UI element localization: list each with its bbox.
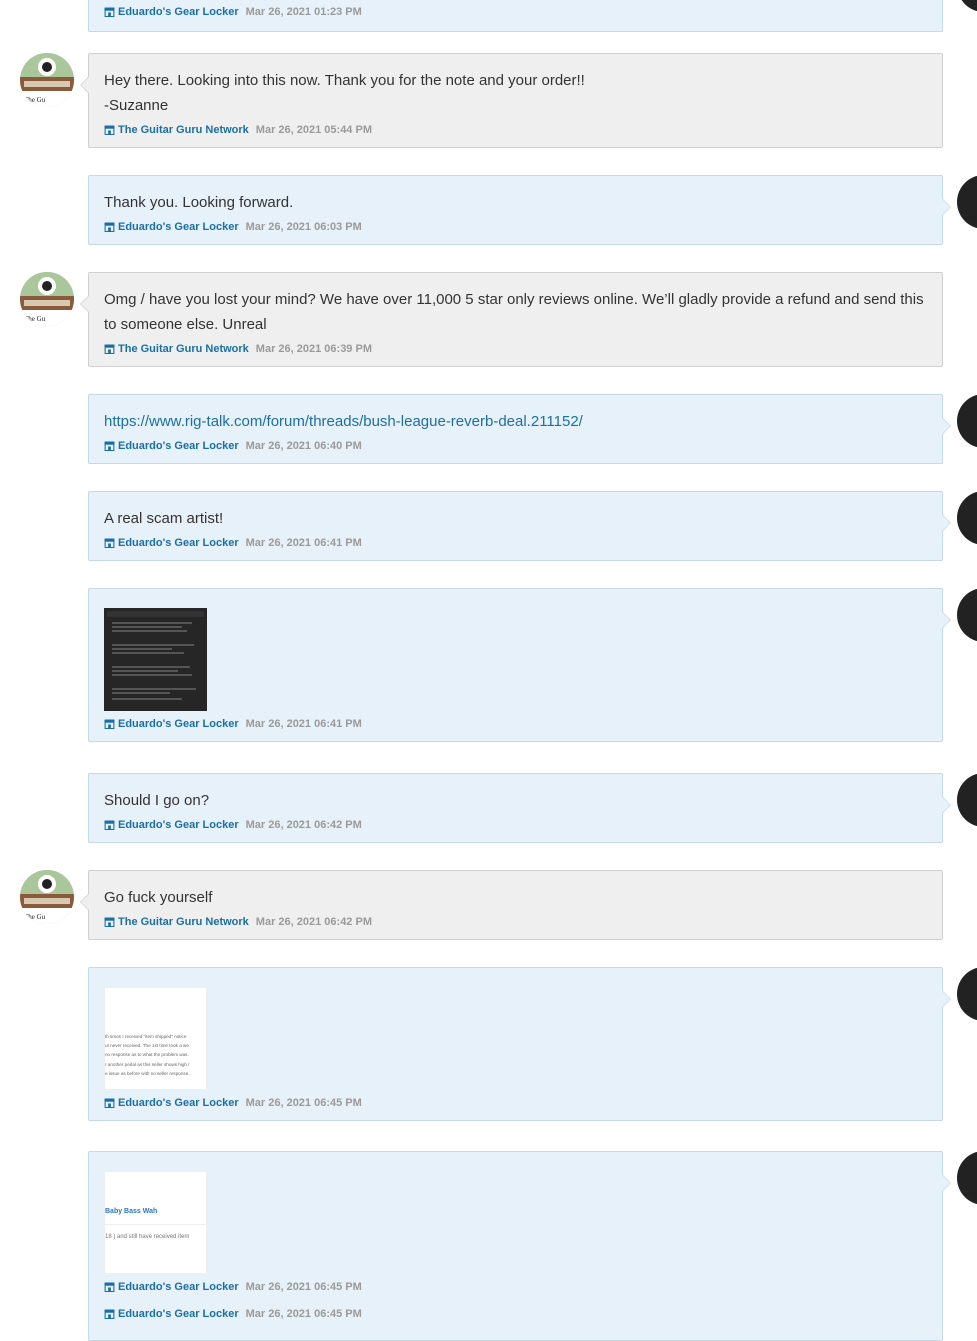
shop-icon — [104, 125, 115, 135]
sender-link[interactable]: Eduardo's Gear Locker — [118, 439, 239, 453]
attachment-text-line: th times I received "item shipped" notic… — [105, 1034, 187, 1039]
shop-icon — [104, 719, 115, 729]
attachment-text-line: no response as to what the problem was. — [105, 1052, 189, 1058]
message-seller: Omg / have you lost your mind? We have o… — [80, 272, 943, 367]
attachment-thumbnail[interactable] — [104, 608, 207, 711]
message-buyer: Should I go on? Eduardo's Gear Locker Ma… — [88, 773, 951, 843]
shop-icon — [104, 1309, 115, 1319]
message-buyer: th times I received "item shipped" notic… — [88, 967, 951, 1121]
attachment-text: 18 ) and still have received item — [105, 1234, 190, 1240]
sender-link[interactable]: Eduardo's Gear Locker — [118, 1280, 239, 1294]
message-text: Omg / have you lost your mind? We have o… — [104, 291, 924, 333]
shop-icon — [104, 820, 115, 830]
svg-text:The Gu: The Gu — [24, 315, 46, 323]
attachment-thumbnail[interactable]: th times I received "item shipped" notic… — [104, 987, 207, 1090]
shop-icon — [104, 1282, 115, 1292]
shop-icon — [104, 441, 115, 451]
attachment-text-line: ut never received. The 1st time took a w… — [105, 1043, 189, 1049]
sender-link[interactable]: The Guitar Guru Network — [118, 915, 249, 929]
buyer-avatar[interactable] — [957, 1151, 977, 1205]
timestamp: Mar 26, 2021 06:39 PM — [255, 343, 372, 355]
sender-link[interactable]: Eduardo's Gear Locker — [118, 536, 239, 550]
shop-icon — [104, 538, 115, 548]
message-buyer: A real scam artist! Eduardo's Gear Locke… — [88, 491, 951, 561]
timestamp: Mar 26, 2021 06:42 PM — [245, 819, 362, 831]
svg-text:The Gu: The Gu — [24, 96, 46, 104]
timestamp: Mar 26, 2021 06:45 PM — [245, 1308, 362, 1320]
timestamp: Mar 26, 2021 01:23 PM — [245, 6, 362, 18]
attachment-text-line: r another pedal as this seller shows hig… — [105, 1061, 190, 1067]
shop-icon — [104, 7, 115, 17]
attachment-text-line: e issue as before with no seller respons… — [105, 1070, 190, 1076]
message-buyer: Eduardo's Gear Locker Mar 26, 2021 06:41… — [88, 588, 951, 742]
shop-icon — [104, 917, 115, 927]
message-buyer: Eduardo's Gear Locker Mar 26, 2021 01:23… — [88, 0, 951, 32]
message-text: Should I go on? — [104, 792, 210, 809]
attachment-title: Baby Bass Wah — [105, 1208, 158, 1215]
message-seller: Go fuck yourself The Guitar Guru Network… — [80, 870, 943, 940]
shop-icon — [104, 222, 115, 232]
shop-icon — [104, 344, 115, 354]
message-text: Hey there. Looking into this now. Thank … — [104, 72, 585, 114]
buyer-avatar[interactable] — [957, 588, 977, 642]
message-buyer: https://www.rig-talk.com/forum/threads/b… — [88, 394, 951, 464]
timestamp: Mar 26, 2021 06:45 PM — [245, 1281, 362, 1293]
message-text: Thank you. Looking forward. — [104, 194, 294, 211]
timestamp: Mar 26, 2021 05:44 PM — [255, 124, 372, 136]
sender-link[interactable]: Eduardo's Gear Locker — [118, 717, 239, 731]
buyer-avatar[interactable] — [957, 175, 977, 229]
timestamp: Mar 26, 2021 06:41 PM — [245, 718, 362, 730]
message-buyer: Thank you. Looking forward. Eduardo's Ge… — [88, 175, 951, 245]
svg-text:The Gu: The Gu — [24, 913, 46, 921]
sender-link[interactable]: Eduardo's Gear Locker — [118, 220, 239, 234]
seller-avatar[interactable]: The Gu — [20, 272, 74, 326]
buyer-avatar[interactable] — [957, 491, 977, 545]
sender-link[interactable]: Eduardo's Gear Locker — [118, 1096, 239, 1110]
attachment-thumbnail[interactable]: Baby Bass Wah 18 ) and still have receiv… — [104, 1171, 207, 1274]
message-text: A real scam artist! — [104, 510, 224, 527]
timestamp: Mar 26, 2021 06:03 PM — [245, 221, 362, 233]
sender-link[interactable]: Eduardo's Gear Locker — [118, 5, 239, 19]
sender-link[interactable]: The Guitar Guru Network — [118, 342, 249, 356]
timestamp: Mar 26, 2021 06:45 PM — [245, 1097, 362, 1109]
message-text: Go fuck yourself — [104, 889, 213, 906]
sender-link[interactable]: Eduardo's Gear Locker — [118, 818, 239, 832]
shop-icon — [104, 1098, 115, 1108]
timestamp: Mar 26, 2021 06:41 PM — [245, 537, 362, 549]
buyer-avatar[interactable] — [957, 773, 977, 827]
seller-avatar[interactable]: The Gu — [20, 53, 74, 107]
seller-avatar[interactable]: The Gu — [20, 870, 74, 924]
sender-link[interactable]: Eduardo's Gear Locker — [118, 1307, 239, 1321]
timestamp: Mar 26, 2021 06:42 PM — [255, 916, 372, 928]
message-buyer: Baby Bass Wah 18 ) and still have receiv… — [88, 1151, 951, 1341]
message-seller: Hey there. Looking into this now. Thank … — [80, 53, 943, 148]
sender-link[interactable]: The Guitar Guru Network — [118, 123, 249, 137]
buyer-avatar[interactable] — [957, 967, 977, 1021]
buyer-avatar[interactable] — [957, 394, 977, 448]
buyer-avatar[interactable] — [957, 0, 977, 12]
timestamp: Mar 26, 2021 06:40 PM — [245, 440, 362, 452]
message-link[interactable]: https://www.rig-talk.com/forum/threads/b… — [104, 413, 583, 430]
